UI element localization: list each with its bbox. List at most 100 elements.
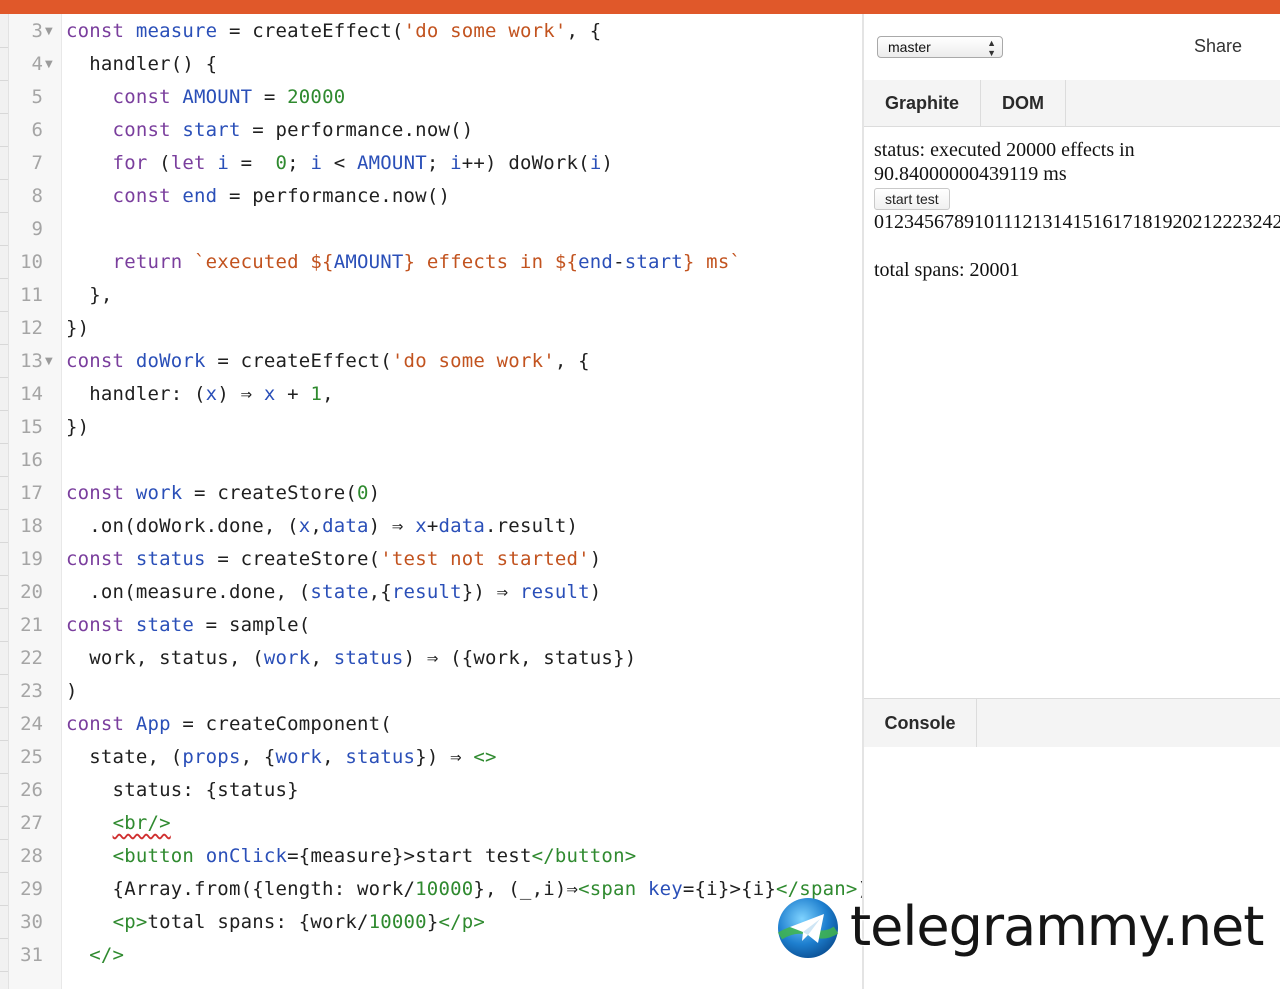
code-token: ( [159,152,171,174]
code-line[interactable]: 23) [0,675,862,708]
tab-dom[interactable]: DOM [981,80,1066,126]
share-button[interactable]: Share [1194,36,1242,57]
code-text: const state = sample( [66,609,310,642]
code-token: let [170,152,218,174]
code-token: key [647,878,683,900]
tab-graphite[interactable]: Graphite [864,80,981,126]
code-line[interactable]: 27 <br/> [0,807,862,840]
fold-arrow-icon[interactable]: ▼ [45,345,53,378]
tab-console[interactable]: Console [864,699,977,747]
code-line[interactable]: 9 [0,213,862,246]
code-token: }) ⇒ [461,581,520,603]
console-header: Console [864,698,1280,748]
code-token: 1 [310,383,323,405]
code-line[interactable]: 20 .on(measure.done, (state,{result}) ⇒ … [0,576,862,609]
code-token: <br/> [112,812,171,834]
code-line[interactable]: 12}) [0,312,862,345]
branch-select[interactable]: master ▲ ▼ [877,36,1003,58]
code-token: 'do some work' [403,20,567,42]
line-number: 9 [31,218,43,240]
code-line[interactable]: 10 return `executed ${AMOUNT} effects in… [0,246,862,279]
code-token: - [613,251,625,273]
select-arrows-icon: ▲ ▼ [987,38,996,58]
code-text: <p>total spans: {work/10000}</p> [66,906,485,939]
code-token: status: {status} [66,779,299,801]
code-line[interactable]: 24 const App = createComponent( [0,708,862,741]
code-token: ={measure}>start test [287,845,532,867]
line-number: 6 [31,119,43,141]
code-token: = performance.now() [240,119,474,141]
line-number: 10 [20,251,43,273]
code-line[interactable]: 13 ▼ const doWork = createEffect('do some … [0,345,862,378]
code-line[interactable]: 11 }, [0,279,862,312]
code-line[interactable]: 5 const AMOUNT = 20000 [0,81,862,114]
code-line[interactable]: 17 const work = createStore(0) [0,477,862,510]
code-token: }) ⇒ [415,746,474,768]
code-line[interactable]: 21 const state = sample( [0,609,862,642]
code-text: {Array.from({length: work/10000}, (_,i)⇒… [66,873,862,906]
code-line[interactable]: 19 const status = createStore('test not s… [0,543,862,576]
code-line[interactable]: 7 for (let i = 0; i < AMOUNT; i++) doWor… [0,147,862,180]
code-line[interactable]: 4 ▼ handler() { [0,48,862,81]
code-token: state [135,614,195,636]
code-token: ) [368,482,381,504]
code-token: }, (_,i)⇒ [473,878,579,900]
line-number: 13 [20,350,43,372]
code-line[interactable]: 15}) [0,411,862,444]
code-token: = createEffect( [205,350,392,372]
code-text: }) [66,312,89,345]
spans-output: 0123456789101112131415161718192021222324… [874,211,1280,233]
code-line[interactable]: 16 [0,444,862,477]
code-token: }, [66,284,113,306]
line-number: 19 [20,548,43,570]
code-token: total spans: {work/ [147,911,369,933]
code-token: <span [578,878,648,900]
code-token: end [578,251,614,273]
line-number: 26 [20,779,43,801]
code-token: work [263,647,311,669]
code-editor[interactable]: 3 ▼ const measure = createEffect('do some … [0,14,862,989]
code-line[interactable]: 26 status: {status} [0,774,862,807]
code-text: const measure = createEffect('do some wo… [66,15,601,48]
watermark-text: telegrammy.net [850,895,1264,958]
code-token: ) [601,152,614,174]
branch-select-value: master [888,39,931,55]
code-token: <button [112,845,206,867]
code-token: x [415,515,427,537]
code-line[interactable]: 18 .on(doWork.done, (x,data) ⇒ x+data.re… [0,510,862,543]
code-token: `executed ${ [194,251,334,273]
code-token: handler: ( [66,383,206,405]
code-line[interactable]: 8 const end = performance.now() [0,180,862,213]
code-line[interactable]: 30 <p>total spans: {work/10000}</p> [0,906,862,939]
code-token: const [66,614,136,636]
preview-toolbar: master ▲ ▼ Share [864,14,1280,81]
code-token: onClick [205,845,288,867]
code-token: const [66,86,183,108]
code-token: + [426,515,439,537]
code-token: ++) doWork( [461,152,590,174]
code-token: const [66,350,136,372]
code-line[interactable]: 6 const start = performance.now() [0,114,862,147]
line-number: 5 [31,86,43,108]
code-text: const AMOUNT = 20000 [66,81,346,114]
code-line[interactable]: 22 work, status, (work, status) ⇒ ({work… [0,642,862,675]
code-line[interactable]: 29 {Array.from({length: work/10000}, (_,… [0,873,862,906]
code-line[interactable]: 31 </> [0,939,862,972]
code-line[interactable]: 3 ▼ const measure = createEffect('do some … [0,15,862,48]
fold-arrow-icon[interactable]: ▼ [45,48,53,81]
code-token: ) [589,548,602,570]
code-line[interactable]: 14 handler: (x) ⇒ x + 1, [0,378,862,411]
code-text: .on(doWork.done, (x,data) ⇒ x+data.resul… [66,510,578,543]
code-text: }, [66,279,113,312]
code-token: start [624,251,683,273]
start-test-button[interactable]: start test [874,188,950,210]
code-token: ; [287,152,311,174]
code-token: 10000 [368,911,427,933]
fold-arrow-icon[interactable]: ▼ [45,15,53,48]
code-token: ; [426,152,451,174]
code-line[interactable]: 28 <button onClick={measure}>start test<… [0,840,862,873]
code-token: + [275,383,311,405]
code-token: const [66,119,183,141]
code-line[interactable]: 25 state, (props, {work, status}) ⇒ <> [0,741,862,774]
